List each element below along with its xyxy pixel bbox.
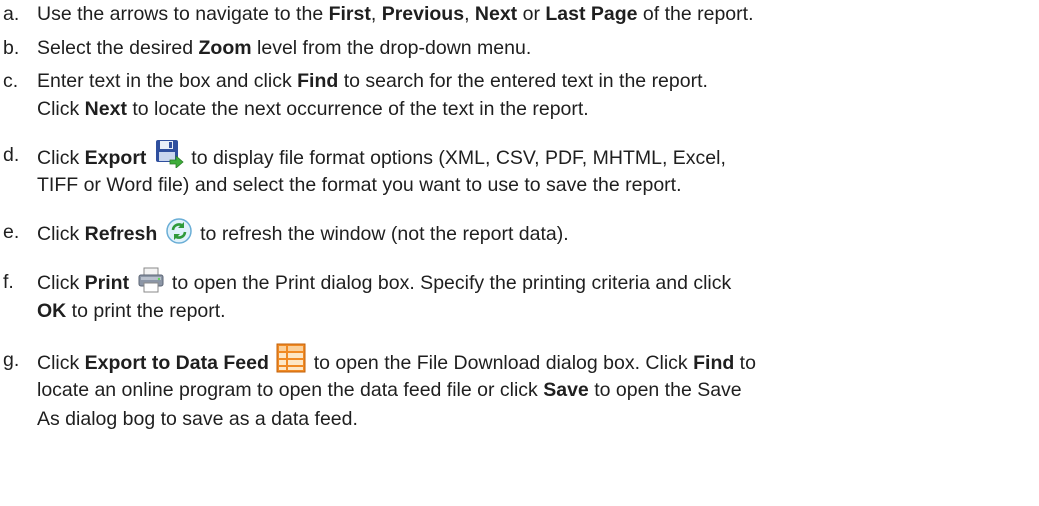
list-text-line: Use the arrows to navigate to the First,… [37, 3, 754, 25]
list-text-line: Enter text in the box and click Find to … [37, 70, 708, 92]
list-text-line: Click Export to display file format opti… [37, 140, 726, 174]
list-text-line: Click Refresh to refresh the window (not… [37, 218, 569, 249]
list-text-line: locate an online program to open the dat… [37, 379, 742, 401]
save-export-icon [154, 138, 184, 168]
data-feed-icon [276, 343, 306, 373]
list-marker: a. [3, 3, 20, 25]
list-marker: d. [3, 144, 20, 166]
list-text-line: As dialog bog to save as a data feed. [37, 408, 358, 430]
refresh-icon [165, 217, 193, 245]
list-marker: g. [3, 349, 20, 371]
list-marker: c. [3, 70, 19, 92]
list-text-line: Click Export to Data Feed to open the Fi… [37, 343, 756, 379]
list-marker: b. [3, 37, 20, 59]
list-text-line: Select the desired Zoom level from the d… [37, 37, 532, 59]
list-text-line: Click Next to locate the next occurrence… [37, 98, 589, 120]
list-marker: e. [3, 221, 20, 243]
printer-icon [137, 267, 165, 293]
list-text-line: TIFF or Word file) and select the format… [37, 174, 682, 196]
list-text-line: OK to print the report. [37, 300, 226, 322]
list-text-line: Click Print to open the Print dialog box… [37, 267, 731, 297]
list-marker: f. [3, 271, 14, 293]
